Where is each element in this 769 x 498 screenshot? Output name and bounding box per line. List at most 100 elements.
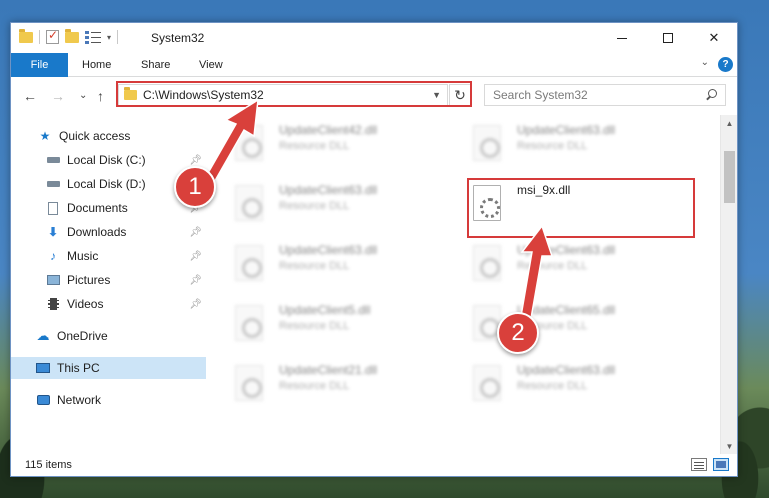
expand-ribbon-icon[interactable]: ⌄ (701, 57, 709, 68)
sidebar-item-label: This PC (57, 361, 100, 375)
file-name: UpdateClient65.dll (517, 303, 616, 317)
chevron-down-icon[interactable]: ▾ (107, 33, 111, 42)
customize-view-icon[interactable] (85, 30, 101, 44)
tab-view[interactable]: View (199, 53, 223, 77)
new-folder-icon[interactable] (65, 28, 79, 43)
dll-file-icon (473, 365, 501, 401)
file-name: UpdateClient63.dll (517, 363, 616, 377)
sidebar-item-label: Pictures (67, 273, 111, 287)
file-name: UpdateClient5.dll (279, 303, 371, 317)
close-button[interactable]: ✕ (691, 23, 737, 53)
back-button[interactable]: ← (23, 88, 37, 104)
sidebar-item-label: OneDrive (57, 329, 108, 343)
file-type: Resource DLL (279, 140, 350, 152)
file-type: Resource DLL (517, 140, 588, 152)
file-item[interactable]: UpdateClient5.dll Resource DLL (213, 301, 433, 353)
music-icon: ♪ (50, 249, 56, 263)
sidebar-item-label: Downloads (67, 225, 127, 239)
dll-file-icon (235, 125, 263, 161)
dll-file-icon (473, 125, 501, 161)
sidebar-item-downloads[interactable]: ⬇ Downloads 📌︎ (11, 221, 206, 243)
file-name: UpdateClient21.dll (279, 363, 378, 377)
sidebar-item-label: Network (57, 393, 102, 407)
sidebar-item-label: Local Disk (D:) (67, 177, 146, 191)
sidebar-item-music[interactable]: ♪ Music 📌︎ (11, 245, 206, 267)
details-view-icon[interactable] (691, 458, 707, 471)
vertical-scrollbar[interactable]: ▲ ▼ (720, 115, 737, 455)
sidebar-item-label: Local Disk (C:) (67, 153, 146, 167)
sidebar-item-pictures[interactable]: Pictures 📌︎ (11, 269, 206, 291)
quick-access-toolbar: ▾ (19, 28, 119, 44)
sidebar-item-quick-access[interactable]: ★ Quick access (11, 125, 206, 147)
tab-file[interactable]: File (11, 53, 68, 77)
sidebar-item-label: Documents (67, 201, 128, 215)
step-1-badge: 1 (174, 166, 216, 208)
file-type: Resource DLL (517, 380, 588, 392)
file-name: UpdateClient63.dll (279, 243, 378, 257)
sidebar-item-network[interactable]: Network (11, 389, 206, 411)
sidebar-item-this-pc[interactable]: This PC (11, 357, 206, 379)
file-name: UpdateClient63.dll (279, 183, 378, 197)
file-item[interactable]: UpdateClient65.dll Resource DLL (451, 301, 671, 353)
sidebar-item-local-disk-c[interactable]: Local Disk (C:) 📌︎ (11, 149, 206, 171)
file-item[interactable]: UpdateClient63.dll Resource DLL (451, 361, 671, 413)
dll-file-icon (235, 245, 263, 281)
sidebar-item-label: Music (67, 249, 99, 263)
documents-icon (45, 201, 61, 215)
star-icon: ★ (39, 129, 51, 143)
file-item[interactable]: UpdateClient63.dll Resource DLL (451, 121, 671, 173)
search-input[interactable] (493, 88, 703, 102)
search-icon[interactable] (703, 87, 719, 103)
dll-file-icon (235, 365, 263, 401)
file-item[interactable]: UpdateClient63.dll Resource DLL (213, 181, 433, 233)
drive-icon (45, 153, 61, 167)
window-title: System32 (151, 31, 205, 45)
pin-icon[interactable]: 📌︎ (189, 155, 202, 166)
sidebar-item-videos[interactable]: Videos 📌︎ (11, 293, 206, 315)
tab-home[interactable]: Home (82, 53, 111, 77)
toolbar-divider (117, 30, 119, 44)
sidebar-item-documents[interactable]: Documents 📌︎ (11, 197, 206, 219)
sidebar-item-onedrive[interactable]: ☁ OneDrive (11, 325, 206, 347)
maximize-button[interactable] (645, 23, 691, 53)
cloud-icon: ☁ (36, 328, 50, 343)
pin-icon[interactable]: 📌︎ (189, 227, 202, 238)
pin-icon[interactable]: 📌︎ (189, 275, 202, 286)
file-name: UpdateClient63.dll (517, 123, 616, 137)
dll-file-icon (473, 245, 501, 281)
file-name: UpdateClient63.dll (517, 243, 616, 257)
sidebar-item-label: Quick access (59, 129, 131, 143)
file-type: Resource DLL (279, 260, 350, 272)
downloads-icon: ⬇ (47, 225, 59, 239)
step-2-badge: 2 (497, 312, 539, 354)
scroll-up-icon[interactable]: ▲ (721, 115, 738, 132)
help-icon[interactable]: ? (718, 57, 733, 72)
scroll-thumb[interactable] (724, 151, 735, 203)
file-type: Resource DLL (279, 200, 350, 212)
large-icons-view-icon[interactable] (713, 458, 729, 471)
pin-icon[interactable]: 📌︎ (189, 299, 202, 310)
file-type: Resource DLL (279, 320, 350, 332)
minimize-button[interactable] (599, 23, 645, 53)
address-bar-highlight (116, 81, 472, 107)
file-type: Resource DLL (517, 260, 588, 272)
minimize-icon (617, 37, 627, 39)
pin-icon[interactable]: 📌︎ (189, 251, 202, 262)
properties-icon[interactable] (46, 28, 59, 44)
computer-icon (35, 361, 51, 375)
file-item[interactable]: UpdateClient42.dll Resource DLL (213, 121, 433, 173)
forward-button[interactable]: → (51, 88, 65, 104)
up-button[interactable]: ↑ (97, 88, 104, 104)
tab-share[interactable]: Share (141, 53, 170, 77)
file-item[interactable]: UpdateClient21.dll Resource DLL (213, 361, 433, 413)
file-item[interactable]: UpdateClient63.dll Resource DLL (213, 241, 433, 293)
file-highlight (467, 178, 695, 238)
file-item[interactable]: UpdateClient63.dll Resource DLL (451, 241, 671, 293)
videos-icon (45, 297, 61, 311)
recent-locations-button[interactable]: ⌄ (79, 90, 87, 101)
scroll-down-icon[interactable]: ▼ (721, 438, 738, 455)
ribbon-tabs: File Home Share View ⌄ ? (11, 53, 737, 77)
search-field[interactable] (484, 84, 726, 106)
dll-file-icon (235, 185, 263, 221)
pictures-icon (45, 273, 61, 287)
